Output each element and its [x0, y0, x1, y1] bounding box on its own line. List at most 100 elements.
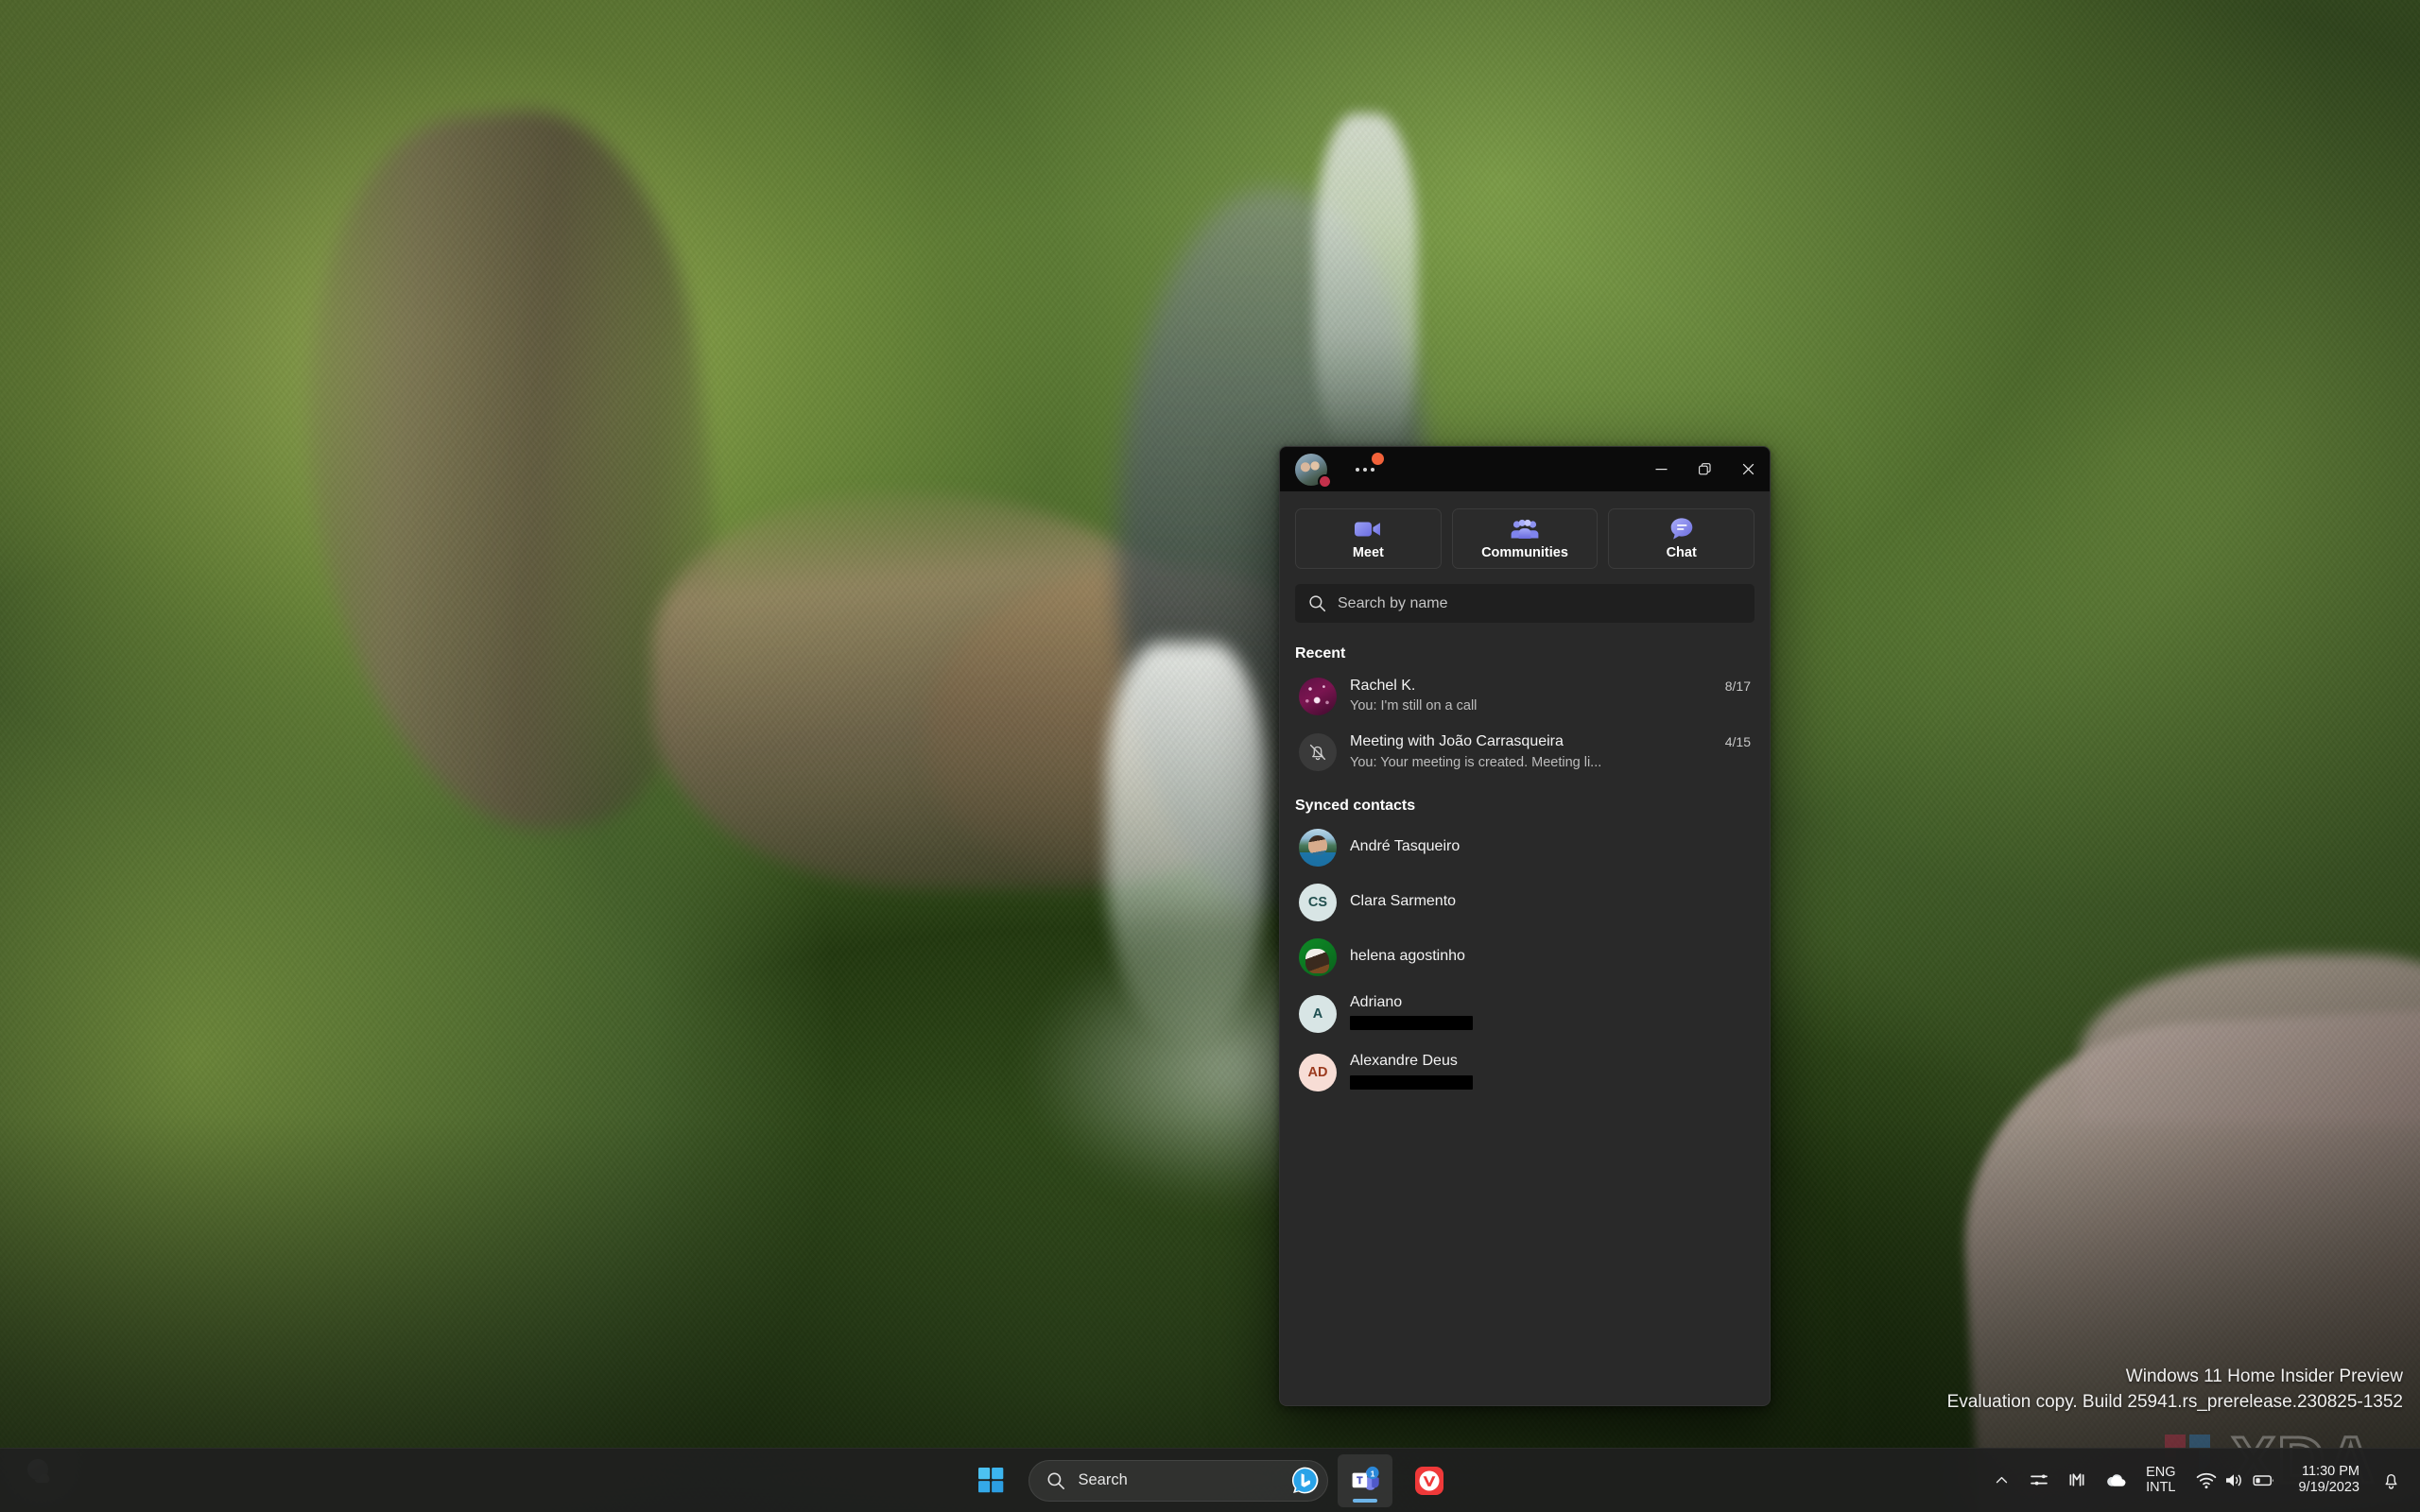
contact-row[interactable]: A Adriano — [1295, 985, 1754, 1043]
account-avatar-button[interactable] — [1295, 453, 1332, 489]
avatar-initials: A — [1299, 994, 1337, 1033]
teams-flyout-window: Meet Communities Chat Search by name Rec… — [1279, 446, 1771, 1406]
content-scroll-area[interactable]: Recent Rachel K. You: I'm still on a cal… — [1295, 628, 1754, 1405]
insider-watermark: Windows 11 Home Insider Preview Evaluati… — [1947, 1365, 2403, 1416]
recent-chat-row[interactable]: Meeting with João Carrasqueira You: Your… — [1295, 724, 1754, 780]
tray-onedrive-button[interactable] — [2097, 1455, 2135, 1504]
tray-language-button[interactable]: ENG INTL — [2136, 1455, 2185, 1504]
people-group-icon — [1510, 518, 1540, 541]
restore-icon — [1698, 463, 1711, 475]
contact-text: André Tasqueiro — [1350, 837, 1751, 856]
search-icon — [1046, 1471, 1064, 1489]
chat-card[interactable]: Chat — [1608, 508, 1755, 569]
watermark-line-2: Evaluation copy. Build 25941.rs_prerelea… — [1946, 1392, 2403, 1413]
contact-name: Adriano — [1350, 993, 1403, 1010]
avatar — [1299, 937, 1337, 976]
settings-sliders-icon — [2031, 1474, 2048, 1486]
desktop: Windows 11 Home Insider Preview Evaluati… — [0, 0, 2420, 1512]
contact-row[interactable]: André Tasqueiro — [1295, 820, 1754, 875]
contact-name: helena agostinho — [1350, 948, 1465, 965]
clock-date: 9/19/2023 — [2298, 1480, 2360, 1495]
battery-icon — [2253, 1474, 2274, 1486]
recent-chat-name: Rachel K. — [1350, 678, 1416, 694]
taskbar-search-label: Search — [1078, 1471, 1128, 1488]
taskbar-search-pill[interactable]: Search — [1028, 1459, 1328, 1502]
tray-quick-settings-button[interactable] — [2187, 1455, 2285, 1504]
contact-text: Clara Sarmento — [1350, 892, 1751, 911]
msn-news-icon — [2069, 1473, 2084, 1486]
contact-text: helena agostinho — [1350, 947, 1751, 966]
recent-chat-preview: You: I'm still on a call — [1350, 698, 1478, 714]
tray-msn-news-button[interactable] — [2059, 1455, 2095, 1504]
avatar — [1299, 732, 1337, 771]
tray-clock-button[interactable]: 11:30 PM 9/19/2023 — [2287, 1455, 2371, 1504]
teams-icon: 1 — [1352, 1466, 1379, 1490]
video-camera-icon — [1354, 518, 1382, 541]
taskbar-app-teams[interactable]: 1 — [1337, 1453, 1392, 1507]
recent-chat-date: 8/17 — [1724, 679, 1751, 694]
contact-text: Alexandre Deus — [1350, 1052, 1751, 1093]
synced-contacts-section-title: Synced contacts — [1295, 797, 1416, 814]
meet-card-label: Meet — [1352, 544, 1384, 560]
contact-name: Alexandre Deus — [1350, 1053, 1458, 1070]
wifi-icon — [2197, 1472, 2217, 1488]
recent-chat-row[interactable]: Rachel K. You: I'm still on a call 8/17 — [1295, 668, 1754, 724]
chat-card-label: Chat — [1666, 544, 1697, 560]
close-button[interactable] — [1726, 447, 1770, 491]
wallpaper-vignette — [0, 0, 2420, 1512]
start-button[interactable] — [964, 1454, 1019, 1507]
chevron-up-icon — [1996, 1476, 2007, 1483]
contact-name: André Tasqueiro — [1350, 838, 1461, 855]
recent-chat-date: 4/15 — [1724, 734, 1751, 750]
watermark-line-1: Windows 11 Home Insider Preview — [2125, 1366, 2403, 1387]
svg-text:1: 1 — [1371, 1469, 1375, 1478]
contact-row[interactable]: CS Clara Sarmento — [1295, 875, 1754, 930]
window-body: Meet Communities Chat Search by name Rec… — [1280, 491, 1770, 1405]
quick-action-cards: Meet Communities Chat — [1295, 508, 1755, 569]
bing-copilot-icon[interactable] — [1290, 1466, 1320, 1495]
contact-name: Clara Sarmento — [1350, 893, 1457, 910]
meet-card[interactable]: Meet — [1295, 508, 1442, 569]
taskbar-active-indicator — [1352, 1498, 1377, 1503]
recent-chat-preview: You: Your meeting is created. Meeting li… — [1350, 754, 1602, 770]
language-line-1: ENG — [2146, 1464, 2176, 1480]
volume-icon — [2226, 1473, 2242, 1486]
presence-badge-do-not-disturb — [1318, 473, 1332, 489]
search-icon — [1309, 595, 1326, 612]
bell-muted-icon — [1309, 744, 1326, 761]
language-line-2: INTL — [2146, 1480, 2176, 1495]
avatar — [1299, 677, 1337, 715]
recent-section-title: Recent — [1295, 645, 1346, 662]
onedrive-cloud-icon — [2107, 1474, 2126, 1486]
recent-chat-text: Rachel K. You: I'm still on a call — [1350, 677, 1712, 715]
taskbar-center-group: Search 1 — [964, 1453, 1457, 1507]
contact-row[interactable]: helena agostinho — [1295, 930, 1754, 985]
contact-phone-redacted — [1350, 1016, 1473, 1031]
windows-logo-icon — [978, 1468, 1004, 1493]
tray-settings-button[interactable] — [2021, 1455, 2057, 1504]
avatar-initials: AD — [1299, 1054, 1337, 1092]
communities-card[interactable]: Communities — [1451, 508, 1599, 569]
tray-notifications-button[interactable] — [2373, 1455, 2409, 1504]
more-options-notification-dot — [1372, 452, 1384, 465]
taskbar-app-vivaldi[interactable] — [1402, 1454, 1457, 1507]
tray-overflow-button[interactable] — [1983, 1455, 2019, 1504]
contact-row[interactable]: AD Alexandre Deus — [1295, 1043, 1754, 1102]
more-options-icon — [1356, 467, 1374, 472]
vivaldi-icon — [1414, 1466, 1443, 1495]
avatar — [1299, 828, 1337, 867]
recent-chat-name: Meeting with João Carrasqueira — [1350, 733, 1564, 750]
avatar-initials: CS — [1299, 883, 1337, 921]
contact-text: Adriano — [1350, 993, 1751, 1035]
close-icon — [1742, 463, 1754, 475]
search-box[interactable] — [1295, 584, 1754, 623]
contact-phone-redacted — [1350, 1074, 1473, 1090]
minimize-icon — [1655, 469, 1667, 471]
bell-icon — [2385, 1474, 2396, 1489]
minimize-button[interactable] — [1639, 447, 1683, 491]
search-input[interactable] — [1338, 594, 1741, 612]
more-options-button[interactable] — [1348, 452, 1384, 484]
communities-card-label: Communities — [1481, 544, 1568, 560]
window-titlebar — [1280, 447, 1770, 491]
restore-button[interactable] — [1683, 447, 1726, 491]
